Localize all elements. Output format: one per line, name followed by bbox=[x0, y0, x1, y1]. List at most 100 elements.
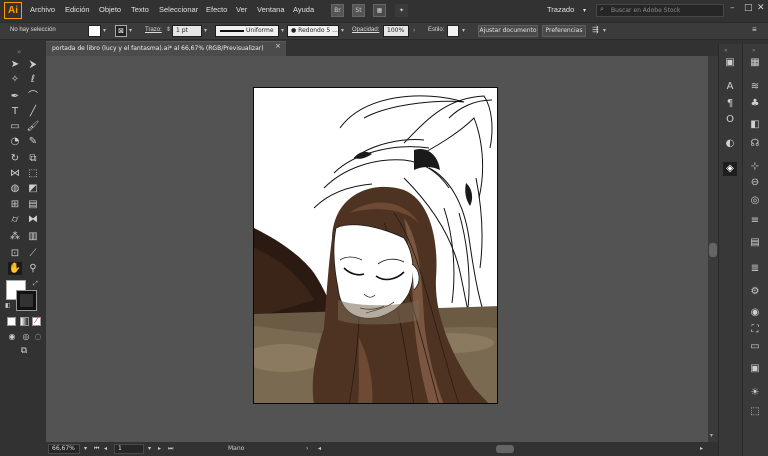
scroll-right-icon[interactable]: ▸ bbox=[700, 445, 703, 452]
gradient-icon[interactable]: ▤ bbox=[26, 198, 40, 211]
opentype-icon[interactable]: O bbox=[723, 113, 737, 127]
stepper-icon[interactable]: ⇕ bbox=[166, 26, 171, 33]
previous-artboard-icon[interactable]: ◂ bbox=[104, 445, 107, 452]
collapse-toolbox-icon[interactable]: » bbox=[17, 48, 21, 56]
none-mode-icon[interactable]: ⁄ bbox=[32, 317, 41, 326]
menu-ver[interactable]: Ver bbox=[236, 5, 247, 14]
zoom-icon[interactable]: ⚲ bbox=[26, 262, 40, 275]
eyedropper-icon[interactable]: ⌭ bbox=[8, 213, 22, 226]
gpu-performance-icon[interactable]: ✦ bbox=[395, 4, 408, 17]
fill-color-swatch[interactable] bbox=[88, 25, 101, 37]
paintbrush-icon[interactable]: 🖌 bbox=[26, 120, 40, 133]
scroll-left-icon[interactable]: ◂ bbox=[318, 445, 321, 452]
artboard[interactable] bbox=[253, 87, 498, 404]
bridge-button[interactable]: Br bbox=[331, 4, 344, 17]
scale-icon[interactable]: ⧉ bbox=[26, 152, 40, 165]
document-setup-button[interactable]: Ajustar documento bbox=[478, 25, 538, 37]
properties-icon[interactable]: ⛶ bbox=[748, 323, 762, 337]
graphic-styles-icon[interactable]: ◧ bbox=[748, 118, 762, 132]
horizontal-scroll-thumb[interactable] bbox=[496, 445, 514, 453]
direct-selection-icon[interactable]: ⮞ bbox=[26, 58, 40, 71]
arrange-documents-icon[interactable]: ▦ bbox=[373, 4, 386, 17]
blend-icon[interactable]: ⧓ bbox=[26, 213, 40, 226]
artboards-panel-icon[interactable]: ▣ bbox=[748, 362, 762, 376]
vertical-scroll-thumb[interactable] bbox=[709, 243, 717, 257]
layers-icon[interactable]: ◈ bbox=[723, 162, 737, 176]
artboard-icon[interactable]: ⊡ bbox=[8, 247, 22, 260]
stock-button[interactable]: St bbox=[352, 4, 365, 17]
default-colors-icon[interactable]: ◧ bbox=[5, 302, 11, 309]
column-graph-icon[interactable]: ▥ bbox=[26, 230, 40, 243]
swatches-icon[interactable]: ▦ bbox=[748, 56, 762, 70]
separations-icon[interactable]: ⬚ bbox=[748, 405, 762, 419]
zoom-field[interactable]: 66,67% bbox=[48, 444, 80, 454]
first-artboard-icon[interactable]: ⏮ bbox=[94, 445, 99, 453]
menu-edicion[interactable]: Edición bbox=[65, 5, 90, 14]
type-icon[interactable]: T bbox=[8, 105, 22, 118]
chevron-down-icon[interactable]: ▾ bbox=[341, 27, 344, 34]
perspective-icon[interactable]: ◩ bbox=[26, 182, 40, 195]
color-icon[interactable]: ≣ bbox=[748, 262, 762, 276]
chevron-down-icon[interactable]: ▾ bbox=[103, 27, 106, 34]
gradient-panel-icon[interactable]: ▤ bbox=[748, 236, 762, 250]
menu-efecto[interactable]: Efecto bbox=[206, 5, 227, 14]
free-transform-icon[interactable]: ⬚ bbox=[26, 167, 40, 180]
stroke-weight-field[interactable]: 1 pt bbox=[172, 25, 202, 37]
opacity-label[interactable]: Opacidad: bbox=[352, 27, 379, 33]
panel-menu-icon[interactable]: ≡ bbox=[752, 25, 757, 34]
collapse-dock-icon[interactable]: « bbox=[724, 47, 728, 54]
stroke-icon[interactable]: ≡ bbox=[748, 214, 762, 228]
chevron-right-icon[interactable]: › bbox=[413, 27, 415, 34]
menu-ventana[interactable]: Ventana bbox=[257, 5, 285, 14]
menu-texto[interactable]: Texto bbox=[131, 5, 149, 14]
menu-objeto[interactable]: Objeto bbox=[99, 5, 121, 14]
width-icon[interactable]: ⋈ bbox=[8, 167, 22, 180]
draw-inside-icon[interactable]: ◌ bbox=[31, 330, 45, 343]
hand-icon[interactable]: ✋ bbox=[8, 262, 22, 275]
minimize-icon[interactable]: – bbox=[730, 3, 735, 13]
workspace-switcher[interactable]: Trazado bbox=[547, 5, 574, 14]
magic-wand-icon[interactable]: ✧ bbox=[8, 73, 22, 86]
pen-icon[interactable]: ✒ bbox=[8, 90, 22, 103]
stroke-label[interactable]: Trazo: bbox=[145, 27, 162, 33]
color-mode-icon[interactable] bbox=[7, 317, 16, 326]
rectangle-icon[interactable]: ▭ bbox=[8, 120, 22, 133]
asset-export-icon[interactable]: ☀ bbox=[748, 386, 762, 400]
info-icon[interactable]: ⚙ bbox=[748, 285, 762, 299]
pathfinder-icon[interactable]: ◎ bbox=[748, 194, 762, 208]
symbol-sprayer-icon[interactable]: ⁂ bbox=[8, 230, 22, 243]
chevron-down-icon[interactable]: ▾ bbox=[603, 27, 606, 34]
menu-archivo[interactable]: Archivo bbox=[30, 5, 55, 14]
shape-builder-icon[interactable]: ◍ bbox=[8, 182, 22, 195]
next-artboard-icon[interactable]: ▸ bbox=[158, 445, 161, 452]
swap-colors-icon[interactable]: ⤢ bbox=[33, 280, 38, 288]
chevron-down-icon[interactable]: ▾ bbox=[148, 445, 151, 452]
close-icon[interactable]: ✕ bbox=[757, 3, 765, 13]
stroke-color-box[interactable] bbox=[16, 290, 37, 311]
chevron-down-icon[interactable]: ▾ bbox=[583, 7, 586, 14]
mesh-icon[interactable]: ⊞ bbox=[8, 198, 22, 211]
last-artboard-icon[interactable]: ⏭ bbox=[168, 445, 173, 453]
curvature-icon[interactable]: ⌒ bbox=[26, 90, 40, 103]
preferences-button[interactable]: Preferencias bbox=[542, 25, 586, 37]
graphic-style-swatch[interactable] bbox=[447, 25, 459, 37]
shaper-icon[interactable]: ◔ bbox=[8, 135, 22, 148]
draw-normal-icon[interactable]: ◉ bbox=[5, 330, 19, 343]
symbols-icon[interactable]: ♣ bbox=[748, 97, 762, 111]
lasso-icon[interactable]: ℓ bbox=[26, 73, 40, 86]
menu-seleccionar[interactable]: Seleccionar bbox=[159, 5, 198, 14]
align-icon[interactable]: ⊖ bbox=[748, 176, 762, 190]
collapse-dock-icon[interactable]: » bbox=[752, 47, 756, 54]
line-icon[interactable]: ╱ bbox=[26, 105, 40, 118]
scroll-down-icon[interactable]: ▾ bbox=[710, 432, 713, 439]
selection-icon[interactable]: ➤ bbox=[8, 58, 22, 71]
brushes-icon[interactable]: ≋ bbox=[748, 80, 762, 94]
gradient-mode-icon[interactable] bbox=[20, 317, 29, 326]
navigator-icon[interactable]: ◉ bbox=[748, 306, 762, 320]
stroke-color-swatch[interactable]: ⊠ bbox=[115, 25, 127, 37]
chevron-down-icon[interactable]: ▾ bbox=[84, 445, 87, 452]
stock-search-input[interactable]: Buscar en Adobe Stock bbox=[596, 4, 724, 17]
arrange-icon[interactable]: ⇶ bbox=[592, 25, 599, 34]
opacity-field[interactable]: 100% bbox=[383, 25, 409, 37]
color-guide-icon[interactable]: ◐ bbox=[723, 137, 737, 151]
